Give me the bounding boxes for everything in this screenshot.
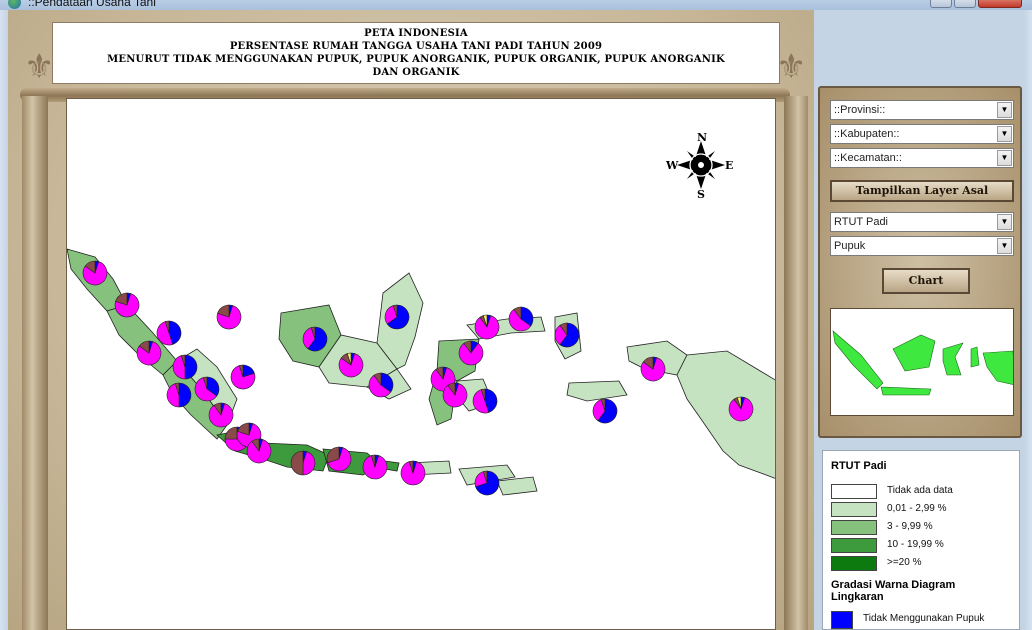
map-title-line-4: DAN ORGANIK bbox=[372, 67, 460, 78]
map-title-line-2: PERSENTASE RUMAH TANGGA USAHA TANI PADI … bbox=[229, 41, 603, 52]
kecamatan-value: ::Kecamatan:: bbox=[834, 152, 902, 164]
window-title: ::Pendataan Usaha Tani bbox=[28, 0, 156, 9]
indonesia-map[interactable]: N S E W bbox=[67, 99, 776, 630]
minimap-kalimantan bbox=[892, 334, 936, 372]
legend-swatch-1 bbox=[831, 502, 877, 517]
compass-e-label: E bbox=[725, 159, 733, 172]
legend-label-3: 10 - 19,99 % bbox=[887, 539, 944, 550]
legend-label-0: Tidak ada data bbox=[887, 485, 953, 496]
region-papua[interactable] bbox=[676, 350, 776, 479]
category-dropdown[interactable]: Pupuk ▼ bbox=[830, 236, 1014, 256]
scroll-rod-left bbox=[22, 96, 48, 630]
chevron-down-icon[interactable]: ▼ bbox=[997, 150, 1012, 166]
legend-swatch-3 bbox=[831, 538, 877, 553]
compass-w-label: W bbox=[665, 159, 679, 172]
map-view[interactable]: N S E W bbox=[66, 98, 776, 630]
minimap-maluku bbox=[970, 346, 980, 368]
control-panel: ::Provinsi:: ▼ ::Kabupaten:: ▼ ::Kecamat… bbox=[818, 86, 1022, 438]
tampilkan-layer-asal-button[interactable]: Tampilkan Layer Asal bbox=[830, 180, 1014, 202]
category-value: Pupuk bbox=[834, 240, 866, 252]
fleur-left-ornament: ⚜ bbox=[24, 48, 55, 86]
chevron-down-icon[interactable]: ▼ bbox=[997, 102, 1012, 118]
overview-minimap[interactable] bbox=[830, 308, 1014, 416]
minimap-sulawesi bbox=[942, 342, 964, 376]
pie-10-slice-2 bbox=[224, 426, 238, 440]
minimap-sumatra bbox=[832, 330, 884, 390]
legend-swatch-0 bbox=[831, 484, 877, 499]
pie-legend-title: Gradasi Warna Diagram Lingkaran bbox=[831, 579, 956, 603]
kecamatan-dropdown[interactable]: ::Kecamatan:: ▼ bbox=[830, 148, 1014, 168]
scroll-rod-right bbox=[784, 96, 808, 630]
kabupaten-dropdown[interactable]: ::Kabupaten:: ▼ bbox=[830, 124, 1014, 144]
minimize-button[interactable] bbox=[930, 0, 952, 8]
fleur-right-ornament: ⚜ bbox=[776, 48, 807, 86]
close-button[interactable] bbox=[978, 0, 1022, 8]
title-bar: ::Pendataan Usaha Tani bbox=[0, 0, 1032, 10]
chevron-down-icon[interactable]: ▼ bbox=[997, 238, 1012, 254]
map-title-line-1: PETA INDONESIA bbox=[364, 28, 468, 39]
compass-n-label: N bbox=[697, 131, 707, 144]
map-title-card: PETA INDONESIA PERSENTASE RUMAH TANGGA U… bbox=[52, 22, 780, 84]
app-icon bbox=[8, 0, 21, 9]
region-maluku[interactable] bbox=[566, 380, 628, 402]
chart-button[interactable]: Chart bbox=[882, 268, 970, 294]
compass-rose: N S E W bbox=[665, 131, 733, 201]
provinsi-dropdown[interactable]: ::Provinsi:: ▼ bbox=[830, 100, 1014, 120]
legend-title: RTUT Padi bbox=[831, 460, 887, 472]
kabupaten-value: ::Kabupaten:: bbox=[834, 128, 900, 140]
map-title-line-3: MENURUT TIDAK MENGGUNAKAN PUPUK, PUPUK A… bbox=[107, 54, 725, 65]
region-timor[interactable] bbox=[496, 476, 538, 496]
compass-s-label: S bbox=[697, 188, 705, 201]
legend-label-1: 0,01 - 2,99 % bbox=[887, 503, 947, 514]
legend-label-4: >=20 % bbox=[887, 557, 922, 568]
map-regions bbox=[67, 248, 776, 496]
legend-swatch-2 bbox=[831, 520, 877, 535]
pie-legend-swatch-0 bbox=[831, 611, 853, 629]
variable-value: RTUT Padi bbox=[834, 216, 889, 228]
maximize-button[interactable] bbox=[954, 0, 976, 8]
variable-dropdown[interactable]: RTUT Padi ▼ bbox=[830, 212, 1014, 232]
minimap-java bbox=[880, 386, 932, 396]
legend-panel: RTUT Padi Tidak ada data 0,01 - 2,99 % 3… bbox=[822, 450, 1020, 630]
compass-center bbox=[698, 162, 704, 168]
minimap-islands bbox=[832, 330, 1013, 396]
legend-label-2: 3 - 9,99 % bbox=[887, 521, 933, 532]
legend-swatch-4 bbox=[831, 556, 877, 571]
minimap-papua bbox=[982, 350, 1013, 385]
chevron-down-icon[interactable]: ▼ bbox=[997, 214, 1012, 230]
minimap-svg bbox=[832, 330, 1013, 396]
pie-legend-label-0: Tidak Menggunakan Pupuk bbox=[863, 613, 985, 624]
provinsi-value: ::Provinsi:: bbox=[834, 104, 886, 116]
chevron-down-icon[interactable]: ▼ bbox=[997, 126, 1012, 142]
